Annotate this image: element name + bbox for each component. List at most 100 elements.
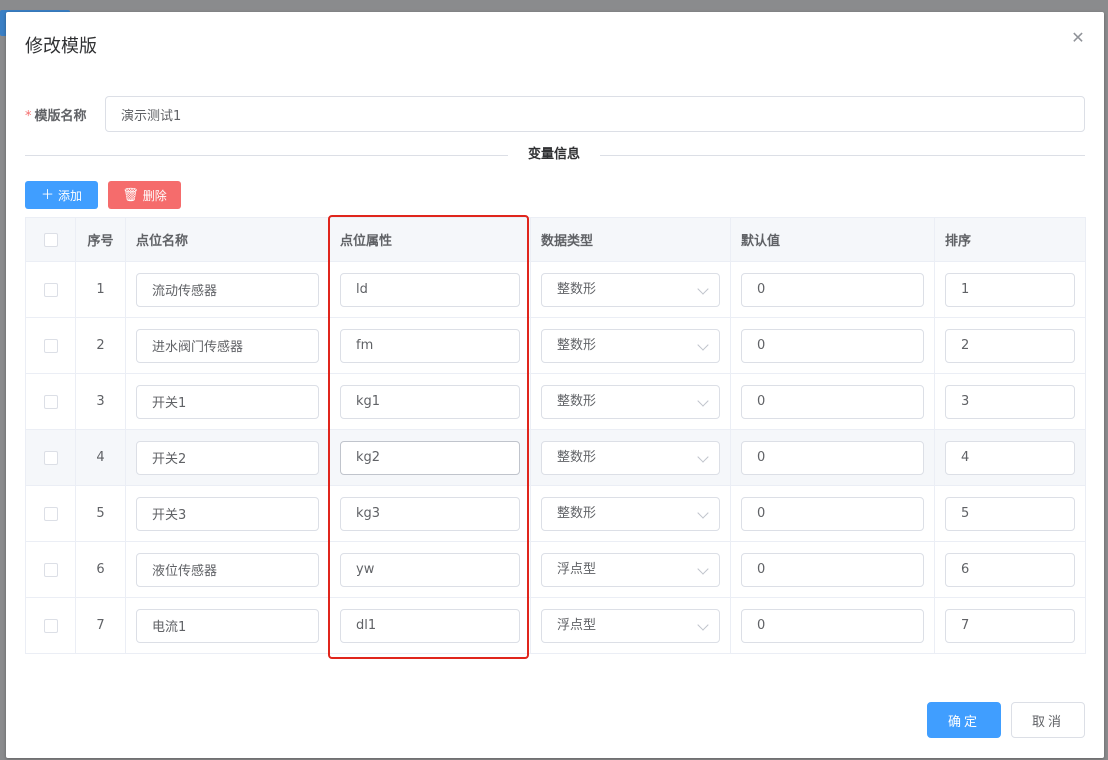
default-value-input[interactable]: [741, 440, 924, 475]
delete-button-label: 删除: [142, 188, 167, 203]
row-select-cell: [25, 485, 76, 542]
point-name-input[interactable]: [136, 328, 319, 363]
row-default-cell: [730, 261, 935, 318]
table-row: 3 整数形: [25, 373, 1086, 430]
row-type-cell: 整数形: [530, 429, 731, 486]
point-attr-input[interactable]: [340, 552, 520, 587]
data-type-value: 整数形: [557, 449, 597, 465]
point-name-input[interactable]: [136, 496, 319, 531]
row-index: 7: [75, 597, 126, 654]
trash-icon: 🗑: [122, 187, 139, 203]
header-sort: 排序: [934, 217, 1086, 262]
row-name-cell: [125, 373, 330, 430]
template-name-row: * 模版名称: [25, 96, 1085, 132]
sort-input[interactable]: [945, 496, 1075, 531]
sort-input[interactable]: [945, 328, 1075, 363]
row-checkbox[interactable]: [43, 562, 58, 577]
point-attr-input[interactable]: [340, 272, 520, 307]
default-value-input[interactable]: [741, 608, 924, 643]
row-select-cell: [25, 429, 76, 486]
point-attr-input[interactable]: [340, 608, 520, 643]
row-checkbox[interactable]: [43, 618, 58, 633]
row-attr-cell: [329, 597, 531, 654]
data-type-select[interactable]: 整数形: [541, 328, 720, 363]
default-value-input[interactable]: [741, 552, 924, 587]
point-name-input[interactable]: [136, 384, 319, 419]
default-value-input[interactable]: [741, 328, 924, 363]
point-attr-input[interactable]: [340, 328, 520, 363]
row-type-cell: 浮点型: [530, 597, 731, 654]
point-attr-input[interactable]: [340, 384, 520, 419]
default-value-input[interactable]: [741, 272, 924, 307]
point-name-input[interactable]: [136, 552, 319, 587]
point-attr-input[interactable]: [340, 496, 520, 531]
row-index: 5: [75, 485, 126, 542]
data-type-select[interactable]: 整数形: [541, 384, 720, 419]
row-select-cell: [25, 373, 76, 430]
row-type-cell: 整数形: [530, 373, 731, 430]
table-row: 4 整数形: [25, 429, 1086, 486]
row-type-cell: 浮点型: [530, 541, 731, 598]
row-select-cell: [25, 261, 76, 318]
close-icon[interactable]: ✕: [1070, 30, 1086, 46]
table-row: 7 浮点型: [25, 597, 1086, 654]
row-checkbox[interactable]: [43, 282, 58, 297]
row-attr-cell: [329, 261, 531, 318]
sort-input[interactable]: [945, 272, 1075, 307]
sort-input[interactable]: [945, 440, 1075, 475]
row-name-cell: [125, 485, 330, 542]
row-default-cell: [730, 373, 935, 430]
chevron-down-icon: [697, 562, 709, 575]
table-row: 2 整数形: [25, 317, 1086, 374]
row-name-cell: [125, 429, 330, 486]
row-default-cell: [730, 597, 935, 654]
data-type-select[interactable]: 浮点型: [541, 552, 720, 587]
sort-input[interactable]: [945, 608, 1075, 643]
point-name-input[interactable]: [136, 440, 319, 475]
section-divider-text: 变量信息: [508, 146, 601, 164]
template-name-input[interactable]: [105, 96, 1085, 132]
row-sort-cell: [934, 317, 1086, 374]
required-mark: *: [25, 109, 32, 124]
point-attr-input[interactable]: [340, 440, 520, 475]
row-attr-cell: [329, 373, 531, 430]
data-type-select[interactable]: 整数形: [541, 496, 720, 531]
plus-icon: ＋: [40, 187, 54, 203]
row-type-cell: 整数形: [530, 485, 731, 542]
table-row: 1 整数形: [25, 261, 1086, 318]
variables-table: 序号 点位名称 点位属性 数据类型 默认值 排序 1 整数形 2 整数形 3 整数形 4 整数…: [25, 217, 1086, 654]
header-type: 数据类型: [530, 217, 731, 262]
data-type-value: 浮点型: [557, 617, 597, 633]
data-type-select[interactable]: 浮点型: [541, 608, 720, 643]
dialog-header: 修改模版 ✕: [6, 12, 1104, 72]
row-checkbox[interactable]: [43, 394, 58, 409]
row-attr-cell: [329, 429, 531, 486]
row-attr-cell: [329, 485, 531, 542]
confirm-button[interactable]: 确定: [927, 702, 1001, 738]
cancel-button[interactable]: 取消: [1011, 702, 1085, 738]
data-type-value: 整数形: [557, 281, 597, 297]
chevron-down-icon: [697, 282, 709, 295]
table-header-row: 序号 点位名称 点位属性 数据类型 默认值 排序: [25, 217, 1086, 262]
sort-input[interactable]: [945, 552, 1075, 587]
row-checkbox[interactable]: [43, 450, 58, 465]
default-value-input[interactable]: [741, 496, 924, 531]
row-default-cell: [730, 541, 935, 598]
row-select-cell: [25, 317, 76, 374]
point-name-input[interactable]: [136, 608, 319, 643]
row-checkbox[interactable]: [43, 338, 58, 353]
row-type-cell: 整数形: [530, 317, 731, 374]
chevron-down-icon: [697, 338, 709, 351]
point-name-input[interactable]: [136, 272, 319, 307]
data-type-select[interactable]: 整数形: [541, 272, 720, 307]
chevron-down-icon: [697, 506, 709, 519]
row-default-cell: [730, 429, 935, 486]
row-checkbox[interactable]: [43, 506, 58, 521]
sort-input[interactable]: [945, 384, 1075, 419]
delete-button[interactable]: 🗑 删除: [108, 181, 181, 209]
select-all-checkbox[interactable]: [43, 232, 58, 247]
table-row: 6 浮点型: [25, 541, 1086, 598]
add-button[interactable]: ＋ 添加: [25, 181, 98, 209]
data-type-select[interactable]: 整数形: [541, 440, 720, 475]
default-value-input[interactable]: [741, 384, 924, 419]
